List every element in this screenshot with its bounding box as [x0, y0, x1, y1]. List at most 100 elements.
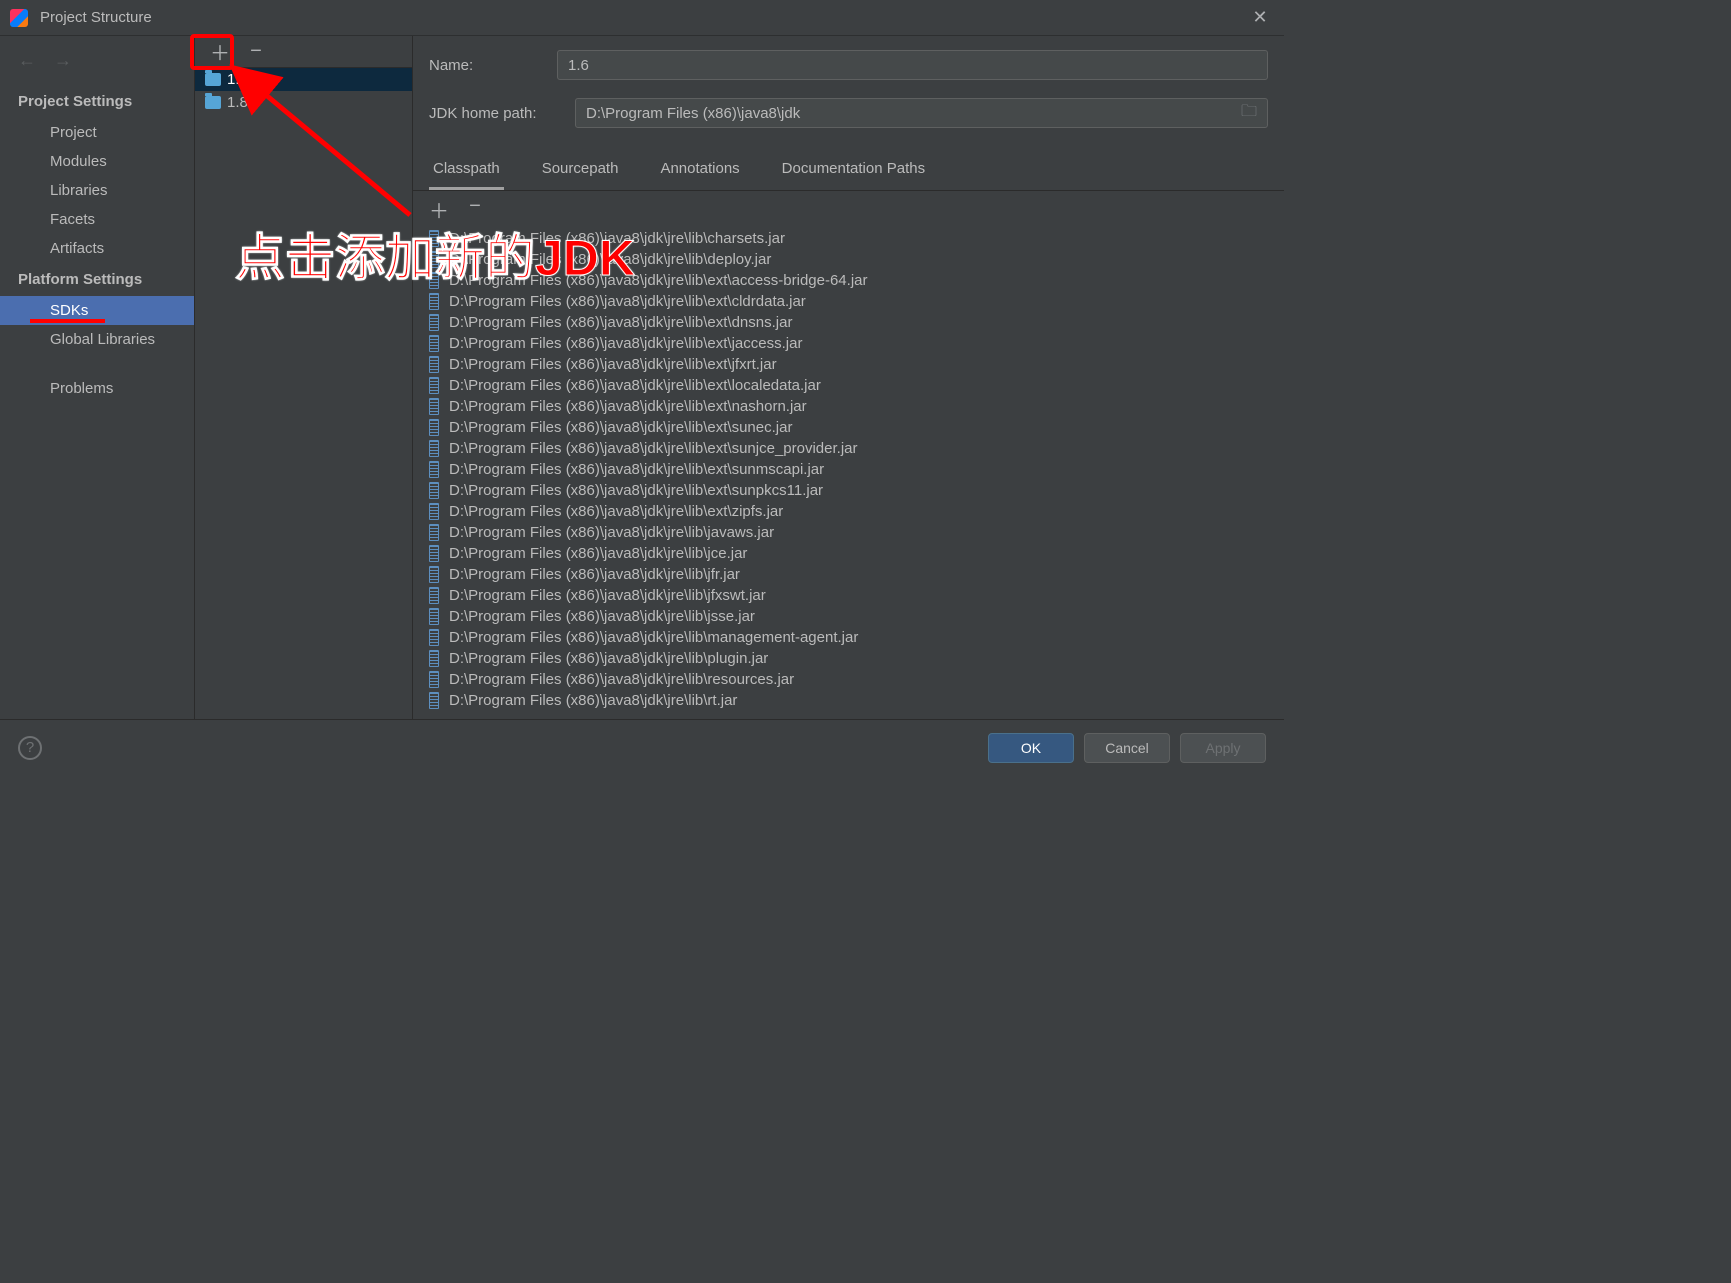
classpath-item[interactable]: D:\Program Files (x86)\java8\jdk\jre\lib… [429, 606, 1268, 627]
path-label: JDK home path: [429, 105, 557, 122]
classpath-item[interactable]: D:\Program Files (x86)\java8\jdk\jre\lib… [429, 543, 1268, 564]
detail-panel: Name: 1.6 JDK home path: D:\Program File… [413, 36, 1284, 719]
classpath-item[interactable]: D:\Program Files (x86)\java8\jdk\jre\lib… [429, 501, 1268, 522]
name-input[interactable]: 1.6 [557, 50, 1268, 80]
sdk-item-label: 1.6 [227, 71, 248, 88]
add-sdk-icon[interactable]: ＋ [209, 37, 231, 66]
archive-icon [429, 545, 439, 562]
nav-modules[interactable]: Modules [0, 147, 194, 176]
browse-icon[interactable]: 🗀 [1241, 100, 1257, 127]
classpath-path: D:\Program Files (x86)\java8\jdk\jre\lib… [449, 566, 740, 583]
classpath-item[interactable]: D:\Program Files (x86)\java8\jdk\jre\lib… [429, 522, 1268, 543]
classpath-toolbar: ＋ − [413, 191, 1284, 228]
nav-facets[interactable]: Facets [0, 205, 194, 234]
path-input[interactable]: D:\Program Files (x86)\java8\jdk 🗀 [575, 98, 1268, 128]
back-icon[interactable]: ← [18, 50, 36, 71]
nav-project[interactable]: Project [0, 118, 194, 147]
archive-icon [429, 293, 439, 310]
classpath-item[interactable]: D:\Program Files (x86)\java8\jdk\jre\lib… [429, 249, 1268, 270]
classpath-path: D:\Program Files (x86)\java8\jdk\jre\lib… [449, 377, 821, 394]
folder-icon [205, 96, 221, 109]
archive-icon [429, 230, 439, 247]
close-icon[interactable]: ✕ [1246, 7, 1274, 28]
sdk-list: 1.6 1.8 [195, 68, 412, 719]
classpath-item[interactable]: D:\Program Files (x86)\java8\jdk\jre\lib… [429, 396, 1268, 417]
classpath-path: D:\Program Files (x86)\java8\jdk\jre\lib… [449, 251, 771, 268]
classpath-item[interactable]: D:\Program Files (x86)\java8\jdk\jre\lib… [429, 459, 1268, 480]
classpath-item[interactable]: D:\Program Files (x86)\java8\jdk\jre\lib… [429, 354, 1268, 375]
classpath-path: D:\Program Files (x86)\java8\jdk\jre\lib… [449, 461, 824, 478]
help-icon[interactable]: ? [18, 736, 42, 760]
nav-libraries[interactable]: Libraries [0, 176, 194, 205]
classpath-path: D:\Program Files (x86)\java8\jdk\jre\lib… [449, 587, 766, 604]
sdk-list-column: ＋ − 1.6 1.8 [195, 36, 413, 719]
classpath-item[interactable]: D:\Program Files (x86)\java8\jdk\jre\lib… [429, 438, 1268, 459]
classpath-path: D:\Program Files (x86)\java8\jdk\jre\lib… [449, 440, 858, 457]
classpath-item[interactable]: D:\Program Files (x86)\java8\jdk\jre\lib… [429, 564, 1268, 585]
sdk-toolbar: ＋ − [195, 36, 412, 68]
tab-documentation-paths[interactable]: Documentation Paths [778, 152, 929, 190]
classpath-path: D:\Program Files (x86)\java8\jdk\jre\lib… [449, 650, 768, 667]
ok-button[interactable]: OK [988, 733, 1074, 763]
classpath-item[interactable]: D:\Program Files (x86)\java8\jdk\jre\lib… [429, 375, 1268, 396]
classpath-path: D:\Program Files (x86)\java8\jdk\jre\lib… [449, 692, 737, 709]
remove-sdk-icon[interactable]: − [245, 40, 267, 63]
archive-icon [429, 587, 439, 604]
archive-icon [429, 671, 439, 688]
archive-icon [429, 356, 439, 373]
archive-icon [429, 335, 439, 352]
nav-artifacts[interactable]: Artifacts [0, 234, 194, 263]
nav-global-libraries[interactable]: Global Libraries [0, 325, 194, 354]
nav-sdks[interactable]: SDKs [0, 296, 194, 325]
nav-problems[interactable]: Problems [0, 374, 194, 403]
titlebar: Project Structure ✕ [0, 0, 1284, 36]
name-value: 1.6 [568, 57, 589, 74]
archive-icon [429, 629, 439, 646]
forward-icon[interactable]: → [54, 50, 72, 71]
classpath-path: D:\Program Files (x86)\java8\jdk\jre\lib… [449, 230, 785, 247]
classpath-item[interactable]: D:\Program Files (x86)\java8\jdk\jre\lib… [429, 291, 1268, 312]
classpath-item[interactable]: D:\Program Files (x86)\java8\jdk\jre\lib… [429, 648, 1268, 669]
footer: ? OK Cancel Apply [0, 719, 1284, 775]
remove-classpath-icon[interactable]: − [465, 195, 485, 224]
classpath-item[interactable]: D:\Program Files (x86)\java8\jdk\jre\lib… [429, 312, 1268, 333]
archive-icon [429, 398, 439, 415]
classpath-item[interactable]: D:\Program Files (x86)\java8\jdk\jre\lib… [429, 627, 1268, 648]
archive-icon [429, 503, 439, 520]
classpath-item[interactable]: D:\Program Files (x86)\java8\jdk\jre\lib… [429, 480, 1268, 501]
classpath-item[interactable]: D:\Program Files (x86)\java8\jdk\jre\lib… [429, 690, 1268, 711]
classpath-path: D:\Program Files (x86)\java8\jdk\jre\lib… [449, 335, 802, 352]
classpath-path: D:\Program Files (x86)\java8\jdk\jre\lib… [449, 629, 858, 646]
classpath-path: D:\Program Files (x86)\java8\jdk\jre\lib… [449, 356, 777, 373]
name-label: Name: [429, 57, 539, 74]
nav-sdks-label: SDKs [50, 302, 88, 319]
classpath-item[interactable]: D:\Program Files (x86)\java8\jdk\jre\lib… [429, 585, 1268, 606]
classpath-path: D:\Program Files (x86)\java8\jdk\jre\lib… [449, 545, 747, 562]
tab-annotations[interactable]: Annotations [656, 152, 743, 190]
tab-sourcepath[interactable]: Sourcepath [538, 152, 623, 190]
classpath-path: D:\Program Files (x86)\java8\jdk\jre\lib… [449, 314, 792, 331]
classpath-path: D:\Program Files (x86)\java8\jdk\jre\lib… [449, 293, 806, 310]
archive-icon [429, 608, 439, 625]
tab-classpath[interactable]: Classpath [429, 152, 504, 190]
archive-icon [429, 566, 439, 583]
classpath-path: D:\Program Files (x86)\java8\jdk\jre\lib… [449, 398, 807, 415]
archive-icon [429, 482, 439, 499]
cancel-button[interactable]: Cancel [1084, 733, 1170, 763]
classpath-item[interactable]: D:\Program Files (x86)\java8\jdk\jre\lib… [429, 417, 1268, 438]
classpath-item[interactable]: D:\Program Files (x86)\java8\jdk\jre\lib… [429, 669, 1268, 690]
sdk-item-1-8[interactable]: 1.8 [195, 91, 412, 114]
archive-icon [429, 272, 439, 289]
classpath-item[interactable]: D:\Program Files (x86)\java8\jdk\jre\lib… [429, 333, 1268, 354]
archive-icon [429, 440, 439, 457]
add-classpath-icon[interactable]: ＋ [429, 195, 449, 224]
classpath-item[interactable]: D:\Program Files (x86)\java8\jdk\jre\lib… [429, 270, 1268, 291]
annotation-underline [30, 319, 105, 323]
left-nav: ← → Project Settings Project Modules Lib… [0, 36, 195, 719]
sdk-item-1-6[interactable]: 1.6 [195, 68, 412, 91]
apply-button[interactable]: Apply [1180, 733, 1266, 763]
sdk-item-label: 1.8 [227, 94, 248, 111]
section-project-settings: Project Settings [0, 85, 194, 118]
classpath-item[interactable]: D:\Program Files (x86)\java8\jdk\jre\lib… [429, 228, 1268, 249]
archive-icon [429, 524, 439, 541]
